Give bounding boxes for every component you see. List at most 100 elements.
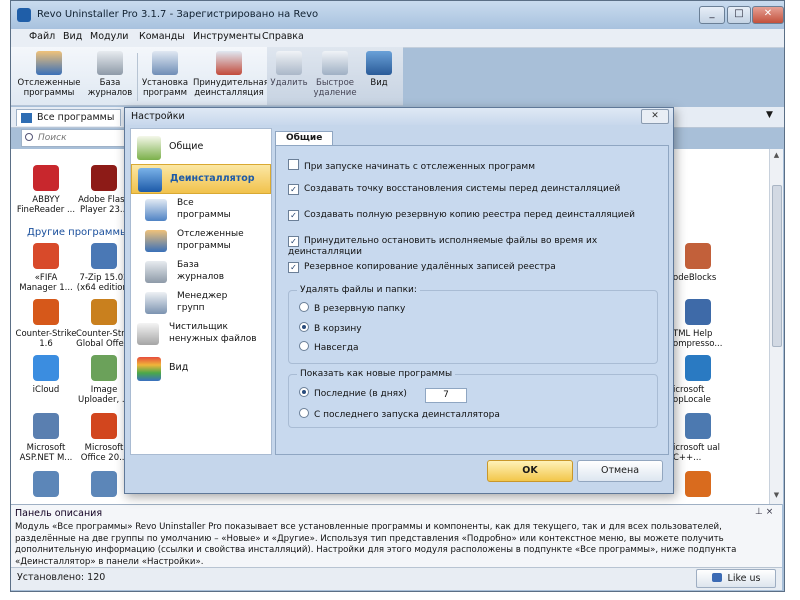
app-icon (17, 8, 31, 22)
scroll-thumb[interactable] (772, 185, 782, 347)
close-button[interactable]: ✕ (752, 6, 784, 24)
cancel-button[interactable]: Отмена (577, 460, 663, 482)
radio-button[interactable] (299, 322, 309, 332)
menu-modules[interactable]: Модули (86, 31, 132, 42)
traced-programs-button[interactable]: Отслеженные программы (17, 51, 81, 98)
menu-bar: Файл Вид Модули Команды Инструменты Спра… (11, 29, 784, 48)
menu-view[interactable]: Вид (59, 31, 86, 42)
radio-button[interactable] (299, 408, 309, 418)
checkbox-restore-point[interactable]: ✓ Создавать точку восстановления системы … (288, 184, 620, 195)
group-manager-icon (145, 292, 167, 314)
list-item[interactable]: icrosoft ual C++... (673, 413, 735, 463)
like-us-button[interactable]: Like us (696, 569, 776, 588)
radio-permanently[interactable]: Навсегда (299, 341, 359, 353)
scroll-up-icon[interactable]: ▲ (772, 151, 781, 161)
group-title: Удалять файлы и папки: (297, 285, 420, 295)
all-programs-icon (21, 113, 32, 123)
menu-commands[interactable]: Команды (135, 31, 189, 42)
list-item[interactable]: odeBlocks (673, 243, 735, 283)
tab-all-programs[interactable]: Все программы (16, 109, 122, 126)
menu-file[interactable]: Файл (25, 31, 59, 42)
list-item[interactable]: Microsoft ASP.NET M... (15, 413, 77, 463)
menu-help[interactable]: Справка (258, 31, 308, 42)
install-icon (152, 51, 178, 75)
days-input[interactable]: 7 (425, 388, 467, 403)
description-text: Модуль «Все программы» Revo Uninstaller … (15, 522, 737, 567)
list-item[interactable]: iCloud (15, 355, 77, 395)
tab-general[interactable]: Общие (275, 131, 334, 145)
list-item[interactable]: Counter-Strike 1.6 (15, 299, 77, 349)
forced-uninstall-button[interactable]: Принудительная деинсталляция (193, 51, 269, 98)
checkbox-box[interactable]: ✓ (288, 236, 299, 247)
program-icon (33, 243, 59, 269)
tabs-menu-icon[interactable]: ▼ (766, 110, 773, 120)
list-scrollbar[interactable]: ▲ ▼ (769, 149, 783, 504)
maximize-button[interactable]: □ (727, 6, 751, 24)
list-item[interactable]: TML Help ompresso... (673, 299, 735, 349)
checkbox-box[interactable]: ✓ (288, 262, 299, 273)
settings-nav: Общие Деинсталлятор Все программы Отслеж… (130, 128, 272, 455)
window-title: Revo Uninstaller Pro 3.1.7 - Зарегистрир… (37, 9, 319, 20)
nav-item-junk-cleaner[interactable]: Чистильщик ненужных файлов (137, 321, 271, 351)
program-icon (91, 299, 117, 325)
checkbox-force-stop[interactable]: ✓ Принудительно остановить исполняемые фа… (288, 236, 668, 257)
description-panel: Панель описания ⊥ × Модуль «Все программ… (11, 504, 782, 567)
nav-item-uninstaller[interactable]: Деинсталлятор (131, 164, 271, 194)
checkbox-registry-backup[interactable]: ✓ Создавать полную резервную копию реестр… (288, 210, 635, 221)
scroll-down-icon[interactable]: ▼ (772, 491, 781, 501)
dialog-title-bar: Настройки ✕ (125, 108, 673, 125)
checkbox-backup-deleted-keys[interactable]: ✓ Резервное копирование удалённых записей… (288, 262, 556, 273)
radio-button[interactable] (299, 302, 309, 312)
checkbox-box[interactable]: ✓ (288, 184, 299, 195)
quick-delete-button[interactable]: Быстрое удаление (313, 51, 357, 98)
uninstall-icon (276, 51, 302, 75)
nav-item-group-manager[interactable]: Менеджер групп (145, 290, 271, 320)
checkbox-box[interactable]: ✓ (288, 210, 299, 221)
view-button[interactable]: Вид (361, 51, 397, 88)
toolbar-separator (137, 53, 138, 101)
radio-button[interactable] (299, 341, 309, 351)
list-item[interactable]: ABBYY FineReader ... (15, 165, 77, 215)
panel-pin-close-icon[interactable]: ⊥ × (755, 507, 773, 517)
nav-item-all-programs[interactable]: Все программы (145, 197, 271, 227)
nav-item-traced-programs[interactable]: Отслеженные программы (145, 228, 271, 258)
install-programs-button[interactable]: Установка программ (140, 51, 190, 98)
dialog-tabs: Общие (275, 131, 667, 145)
search-icon (25, 133, 33, 141)
checkbox-box[interactable] (288, 159, 299, 170)
radio-last-days[interactable]: Последние (в днях) 7 (299, 387, 499, 403)
installed-count: Установлено: 120 (17, 572, 106, 583)
status-bar: Установлено: 120 Like us (11, 567, 782, 590)
group-title: Показать как новые программы (297, 369, 456, 379)
minimize-button[interactable]: _ (699, 6, 725, 24)
junk-cleaner-icon (137, 323, 159, 345)
radio-recycle-bin[interactable]: В корзину (299, 322, 362, 334)
logs-database-button[interactable]: База журналов (85, 51, 135, 98)
toolbar-actions: Удалить Быстрое удаление Вид (267, 47, 403, 105)
nav-item-view[interactable]: Вид (131, 354, 271, 384)
list-item[interactable] (15, 471, 77, 501)
list-item[interactable]: icrosoft opLocale (673, 355, 735, 405)
list-item[interactable] (673, 471, 735, 501)
nav-item-logs-database[interactable]: База журналов (145, 259, 271, 289)
program-icon (91, 413, 117, 439)
group-header-other: Другие программы (27, 227, 128, 238)
delete-button[interactable]: Удалить (269, 51, 309, 88)
ok-button[interactable]: OK (487, 460, 573, 482)
radio-button[interactable] (299, 387, 309, 397)
program-icon (33, 471, 59, 497)
dialog-close-button[interactable]: ✕ (641, 109, 669, 124)
menu-tools[interactable]: Инструменты (189, 31, 265, 42)
list-item[interactable]: «FIFA Manager 1... (15, 243, 77, 293)
general-settings-panel: При запуске начинать с отслеженных прогр… (275, 145, 669, 455)
title-bar: Revo Uninstaller Pro 3.1.7 - Зарегистрир… (11, 1, 784, 29)
radio-since-last-launch[interactable]: С последнего запуска деинсталлятора (299, 408, 500, 420)
program-icon (91, 471, 117, 497)
radio-backup-folder[interactable]: В резервную папку (299, 302, 405, 314)
database-icon (97, 51, 123, 75)
checkbox-start-traced[interactable]: При запуске начинать с отслеженных прогр… (288, 159, 535, 172)
forced-uninstall-icon (216, 51, 242, 75)
settings-dialog: Настройки ✕ Общие Деинсталлятор Все прог… (124, 107, 674, 494)
nav-item-general[interactable]: Общие (131, 133, 271, 163)
new-programs-group: Показать как новые программы Последние (… (288, 369, 658, 428)
